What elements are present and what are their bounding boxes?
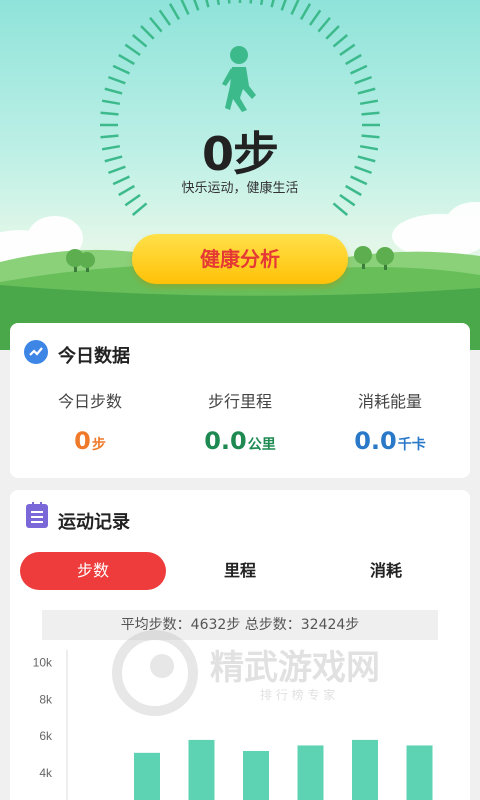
tab-distance[interactable]: 里程 — [170, 552, 310, 590]
dial-tick — [193, 0, 200, 11]
dial-tick — [205, 0, 210, 8]
stat-steps-label: 今日步数 — [57, 392, 122, 411]
dial-tick — [359, 99, 379, 106]
stat-distance: 步行里程 0.0公里 — [165, 388, 315, 455]
chart-bar — [188, 739, 215, 800]
dial-tick — [108, 75, 126, 85]
dial-tick — [270, 0, 275, 8]
tab-calories[interactable]: 消耗 — [316, 552, 456, 590]
dial-tick — [101, 99, 121, 106]
chart-bar — [352, 739, 378, 800]
y-tick-label: 4k — [39, 766, 53, 780]
trend-icon — [24, 340, 48, 364]
dial-tick — [317, 16, 331, 33]
dial-tick — [131, 202, 148, 216]
stat-distance-number: 0.0 — [204, 427, 247, 455]
stat-energy-value: 0.0千卡 — [315, 427, 465, 455]
y-tick-label: 10k — [33, 655, 53, 669]
dial-tick — [112, 64, 130, 75]
dial-tick — [158, 9, 172, 26]
dial-tick — [180, 0, 190, 15]
dial-tick — [104, 87, 123, 95]
dial-tick — [149, 16, 163, 33]
chart-bar — [134, 752, 160, 800]
dial-tick — [216, 0, 221, 6]
dial-tick — [339, 43, 356, 57]
stat-steps-number: 0 — [74, 427, 91, 455]
watermark: 精武游戏网 排 行 榜 专 家 — [110, 628, 450, 722]
hero-header: 0步 快乐运动，健康生活 健康分析 — [0, 0, 480, 350]
y-tick-label: 6k — [39, 729, 53, 743]
dial-tick — [100, 111, 119, 116]
dial-tick — [280, 0, 287, 11]
stat-distance-value: 0.0公里 — [165, 427, 315, 455]
walking-person-icon — [222, 46, 256, 112]
dial-tick — [124, 193, 141, 207]
dial-tick — [354, 75, 372, 85]
dial-tick — [290, 0, 300, 15]
step-count: 0步 — [201, 127, 279, 181]
stat-distance-label: 步行里程 — [207, 392, 272, 411]
chart-bar — [243, 750, 269, 800]
stat-energy: 消耗能量 0.0千卡 — [315, 388, 465, 455]
stat-steps-value: 0步 — [15, 427, 165, 455]
dial-tick — [345, 53, 362, 66]
dial-tick — [227, 0, 231, 4]
stat-steps: 今日步数 0步 — [15, 388, 165, 455]
stat-steps-unit: 步 — [91, 437, 106, 453]
dial-tick — [325, 25, 340, 40]
y-tick-label: 8k — [39, 692, 53, 706]
dial-tick — [118, 53, 135, 66]
dial-tick — [350, 64, 368, 75]
dial-tick — [357, 87, 376, 95]
stat-distance-unit: 公里 — [247, 437, 276, 453]
dial-tick — [168, 3, 181, 20]
dial-tick — [259, 0, 264, 6]
dial-tick — [140, 25, 155, 40]
dial-tick — [249, 0, 253, 4]
health-analysis-button[interactable]: 健康分析 — [132, 234, 348, 284]
dial-tick — [299, 3, 312, 20]
tab-steps[interactable]: 步数 — [20, 552, 166, 590]
stat-energy-label: 消耗能量 — [357, 392, 422, 411]
watermark-brand: 精武游戏网 — [210, 648, 380, 688]
dial-tick — [308, 9, 322, 26]
dial-tick — [131, 34, 148, 48]
dial-tick — [361, 111, 380, 116]
watermark-tagline: 排 行 榜 专 家 — [260, 688, 336, 702]
chart-bar — [406, 745, 433, 800]
dial-tick — [332, 34, 349, 48]
clipboard-icon — [26, 502, 48, 528]
stat-energy-unit: 千卡 — [397, 437, 426, 453]
dial-tick — [339, 193, 356, 207]
today-data-card: 今日数据 今日步数 0步 步行里程 0.0公里 消耗能量 0.0千卡 — [10, 323, 470, 478]
chart-bar — [297, 745, 324, 800]
exercise-record-title: 运动记录 — [58, 512, 130, 533]
dial-tick — [332, 202, 349, 216]
slogan: 快乐运动，健康生活 — [181, 181, 299, 196]
dial-tick — [124, 43, 141, 57]
today-data-title: 今日数据 — [58, 346, 130, 367]
stat-energy-number: 0.0 — [354, 427, 397, 455]
